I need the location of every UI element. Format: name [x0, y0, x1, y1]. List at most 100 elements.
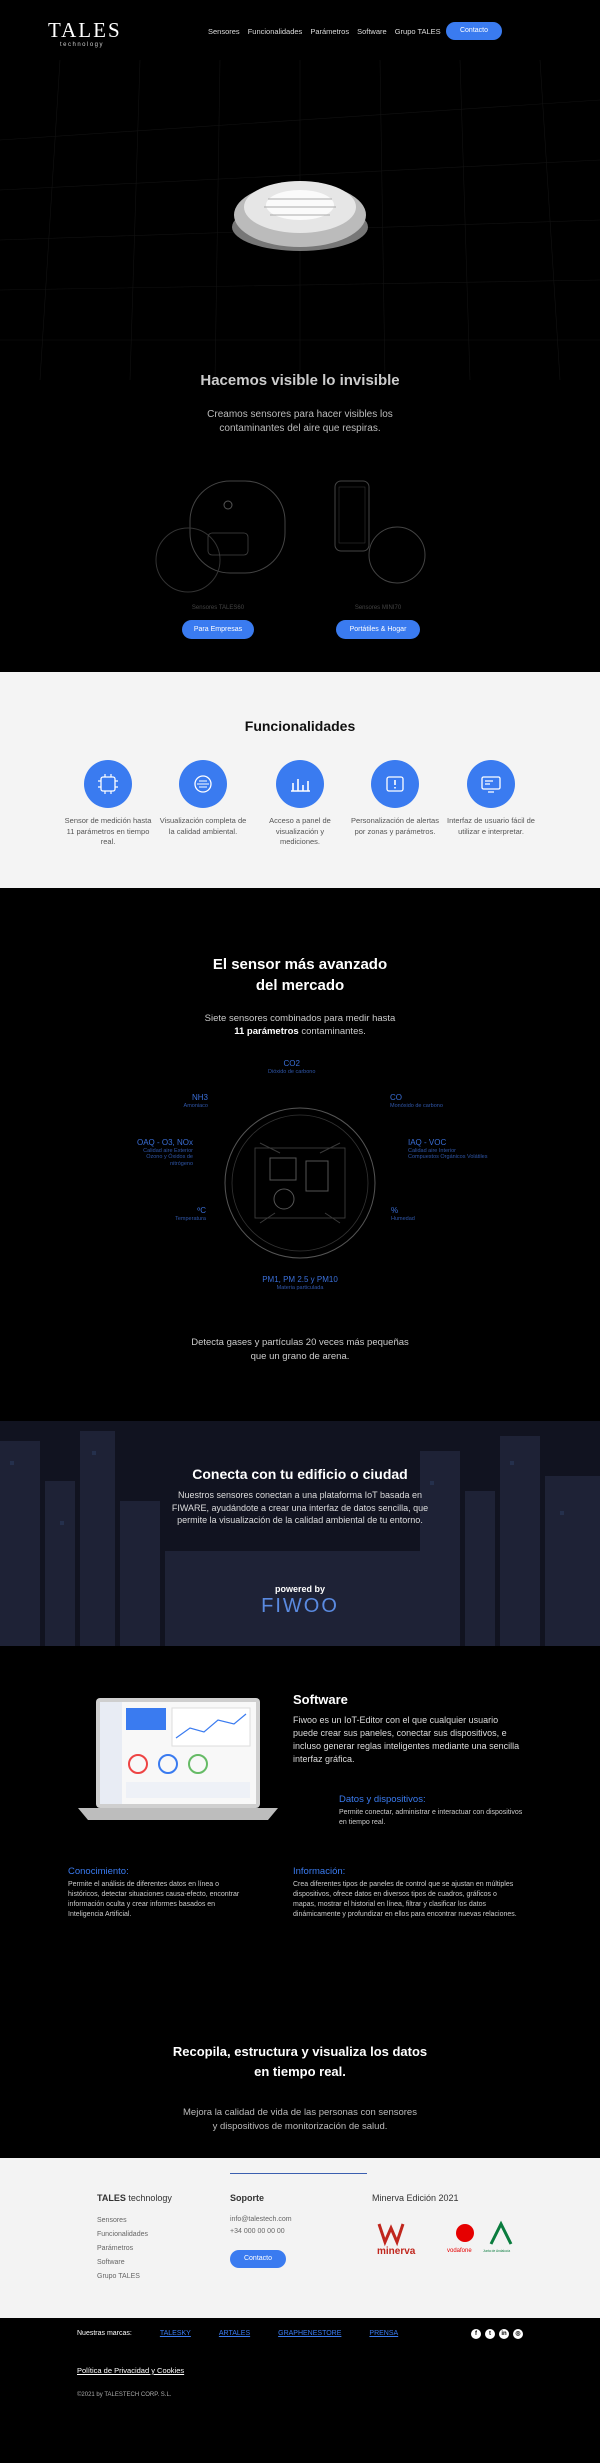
minerva-title: Minerva Edición 2021 [372, 2193, 459, 2203]
instagram-icon[interactable]: ◎ [513, 2329, 523, 2339]
gas-name: ºC [197, 1206, 206, 1215]
hero-title: Hacemos visible lo invisible [200, 372, 400, 389]
footer-links: Sensores Funcionalidades Parámetros Soft… [97, 2214, 148, 2284]
minerva-logo-text: minerva [377, 2246, 416, 2257]
feature-item: Interfaz de usuario fácil de utilizar e … [446, 760, 536, 837]
bottom-bar: Nuestras marcas: TALESKY ARTALES GRAPHEN… [0, 2318, 600, 2432]
gas-desc: Amoniaco [183, 1102, 208, 1109]
conocimiento-text: Permite el análisis de diferentes datos … [68, 1881, 240, 1919]
footer-link-funcionalidades[interactable]: Funcionalidades [97, 2228, 148, 2242]
recopila-line1: Recopila, estructura y visualiza los dat… [172, 2044, 428, 2059]
tales-logo[interactable]: TALES technology [48, 18, 122, 49]
soporte-title: Soporte [230, 2193, 265, 2203]
fiwoo-logo: FIWOO [261, 1595, 339, 1617]
footer-brand-rest: technology [128, 2193, 172, 2203]
top-nav: TALES technology Sensores Funcionalidade… [0, 0, 600, 62]
support-email[interactable]: info@talestech.com [230, 2214, 292, 2226]
gas-iaq-voc: IAQ - VOC Calidad aire Interior Compuesto… [408, 1138, 487, 1161]
partner-logos: minerva vodafone Junta de Andalucía [375, 2218, 515, 2258]
alert-settings-icon [371, 760, 419, 808]
soporte-contact: info@talestech.com +34 000 00 00 00 [230, 2214, 292, 2238]
sensor-title: El sensor más avanzado del mercado [0, 954, 600, 996]
gas-name: OAQ - O3, NOx [136, 1138, 193, 1147]
contact-button[interactable]: Contacto [446, 22, 502, 40]
logo-text: TALES [48, 18, 122, 42]
gas-desc: Monóxido de carbono [390, 1102, 443, 1109]
recopila-title: Recopila, estructura y visualiza los dat… [0, 2042, 600, 2081]
gas-name: IAQ - VOC [408, 1138, 447, 1147]
sensor-chip-icon [84, 760, 132, 808]
bar-chart-icon [276, 760, 324, 808]
informacion-title: Información: [293, 1866, 346, 1877]
brand-link-artales[interactable]: ARTALES [219, 2330, 250, 2337]
footer-link-grupo-tales[interactable]: Grupo TALES [97, 2270, 148, 2284]
product-label-mini70: Sensores MINI70 [354, 605, 402, 611]
footer-link-parametros[interactable]: Parámetros [97, 2242, 148, 2256]
sensor-footer-text: Detecta gases y partículas 20 veces más … [191, 1337, 409, 1362]
gas-name: % [391, 1206, 399, 1215]
sensor-section: El sensor más avanzado del mercado Siete… [0, 888, 600, 1421]
funcionalidades-section: Funcionalidades Sensor de medición hasta… [0, 672, 600, 888]
conocimiento-title: Conocimiento: [68, 1866, 129, 1877]
sensor-description: Siete sensores combinados para medir has… [0, 1012, 600, 1039]
linkedin-icon[interactable]: in [499, 2329, 509, 2339]
feature-item: Acceso a panel de visualización y medici… [255, 760, 345, 848]
footer-link-sensores[interactable]: Sensores [97, 2214, 148, 2228]
gas-humedad: % Humedad [391, 1206, 415, 1222]
menu-item-grupo-tales[interactable]: Grupo TALES [395, 27, 441, 36]
connect-section: Conecta con tu edificio o ciudad Nuestro… [0, 1421, 600, 1646]
feature-item: Sensor de medición hasta 11 parámetros e… [63, 760, 153, 848]
para-empresas-button[interactable]: Para Empresas [182, 620, 254, 639]
gas-co: CO Monóxido de carbono [390, 1093, 443, 1109]
vodafone-logo: vodafone [447, 2224, 474, 2254]
sensor-title-line2: del mercado [255, 977, 345, 994]
menu-item-sensores[interactable]: Sensores [208, 27, 240, 36]
connect-title: Conecta con tu edificio o ciudad [192, 1466, 408, 1482]
sensor-desc-bold: 11 parámetros [234, 1026, 299, 1038]
datos-text: Permite conectar, administrar e interact… [339, 1809, 523, 1827]
gas-co2: CO2 Dióxido de carbono [268, 1059, 315, 1075]
brand-link-prensa[interactable]: PRENSA [369, 2330, 398, 2337]
tales60-sensor-image [155, 480, 286, 593]
junta-logo-text: Junta de Andalucía [483, 2249, 510, 2253]
feature-text: Acceso a panel de visualización y medici… [269, 816, 331, 846]
menu-item-parametros[interactable]: Parámetros [310, 27, 349, 36]
feature-item: Visualización completa de la calidad amb… [158, 760, 248, 837]
twitter-icon[interactable]: t [485, 2329, 495, 2339]
gas-pm: PM1, PM 2.5 y PM10 Materia particulada [250, 1275, 350, 1291]
brands-label: Nuestras marcas: [77, 2330, 132, 2337]
junta-andalucia-logo: Junta de Andalucía [483, 2220, 513, 2253]
footer-brand-bold: TALES [97, 2193, 126, 2203]
hero-subtitle: Creamos sensores para hacer visibles los… [207, 409, 393, 434]
footer-link-software[interactable]: Software [97, 2256, 148, 2270]
laptop-dashboard-image [78, 1698, 278, 1820]
hero-section: TALES technology Sensores Funcionalidade… [0, 0, 600, 672]
gas-name: PM1, PM 2.5 y PM10 [262, 1275, 338, 1284]
privacy-link[interactable]: Política de Privacidad y Cookies [77, 2366, 184, 2375]
gas-name: CO [390, 1093, 402, 1102]
support-phone[interactable]: +34 000 00 00 00 [230, 2226, 292, 2238]
facebook-icon[interactable]: f [471, 2329, 481, 2339]
gas-desc: Dióxido de carbono [268, 1068, 316, 1075]
footer-contact-button[interactable]: Contacto [230, 2250, 286, 2268]
recopila-line2: en tiempo real. [254, 2063, 346, 2079]
recopila-text: Mejora la calidad de vida de las persona… [183, 2107, 417, 2132]
gas-temperatura: ºC Temperatura [162, 1206, 206, 1222]
powered-by-label: powered by [274, 1584, 325, 1594]
vodafone-logo-text: vodafone [447, 2248, 472, 2254]
air-quality-icon [179, 760, 227, 808]
brand-link-talesky[interactable]: TALESKY [160, 2330, 191, 2337]
brand-link-graphenestore[interactable]: GRAPHENESTORE [278, 2330, 341, 2337]
footer-section: TALES technology Sensores Funcionalidade… [0, 2158, 600, 2318]
main-menu: Sensores Funcionalidades Parámetros Soft… [208, 27, 441, 36]
menu-item-software[interactable]: Software [357, 27, 387, 36]
portatiles-hogar-button[interactable]: Portátiles & Hogar [336, 620, 420, 639]
gas-name: NH3 [191, 1093, 208, 1102]
connect-text: Nuestros sensores conectan a una platafo… [171, 1490, 429, 1526]
software-title: Software [293, 1692, 348, 1707]
datos-title: Datos y dispositivos: [339, 1794, 426, 1805]
feature-text: Sensor de medición hasta 11 parámetros e… [64, 816, 152, 846]
menu-item-funcionalidades[interactable]: Funcionalidades [248, 27, 303, 36]
footer-brand: TALES technology [97, 2193, 172, 2203]
gas-desc: Temperatura [175, 1215, 206, 1222]
